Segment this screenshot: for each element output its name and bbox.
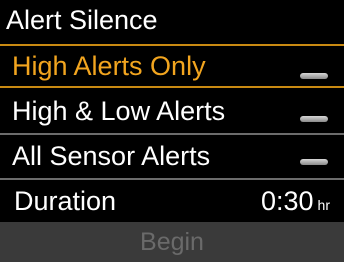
duration-row[interactable]: Duration 0:30 hr [0, 180, 344, 222]
toggle-off-icon [300, 73, 328, 79]
duration-value: 0:30 hr [261, 180, 330, 226]
option-label: High & Low Alerts [12, 96, 226, 126]
duration-label: Duration [14, 186, 117, 216]
duration-time: 0:30 [260, 186, 314, 216]
toggle-off-icon [300, 159, 328, 165]
option-high-low-alerts[interactable]: High & Low Alerts [0, 90, 344, 132]
toggle-off-icon [300, 116, 328, 122]
option-all-sensor-alerts[interactable]: All Sensor Alerts [0, 135, 344, 177]
option-label: High Alerts Only [12, 51, 206, 81]
begin-button[interactable]: Begin [0, 222, 344, 262]
screen-title: Alert Silence [6, 5, 158, 35]
option-high-alerts-only[interactable]: High Alerts Only [0, 44, 344, 88]
alert-silence-screen: Alert Silence High Alerts Only High & Lo… [0, 0, 344, 262]
option-label: All Sensor Alerts [12, 141, 211, 171]
duration-unit: hr [317, 197, 330, 213]
